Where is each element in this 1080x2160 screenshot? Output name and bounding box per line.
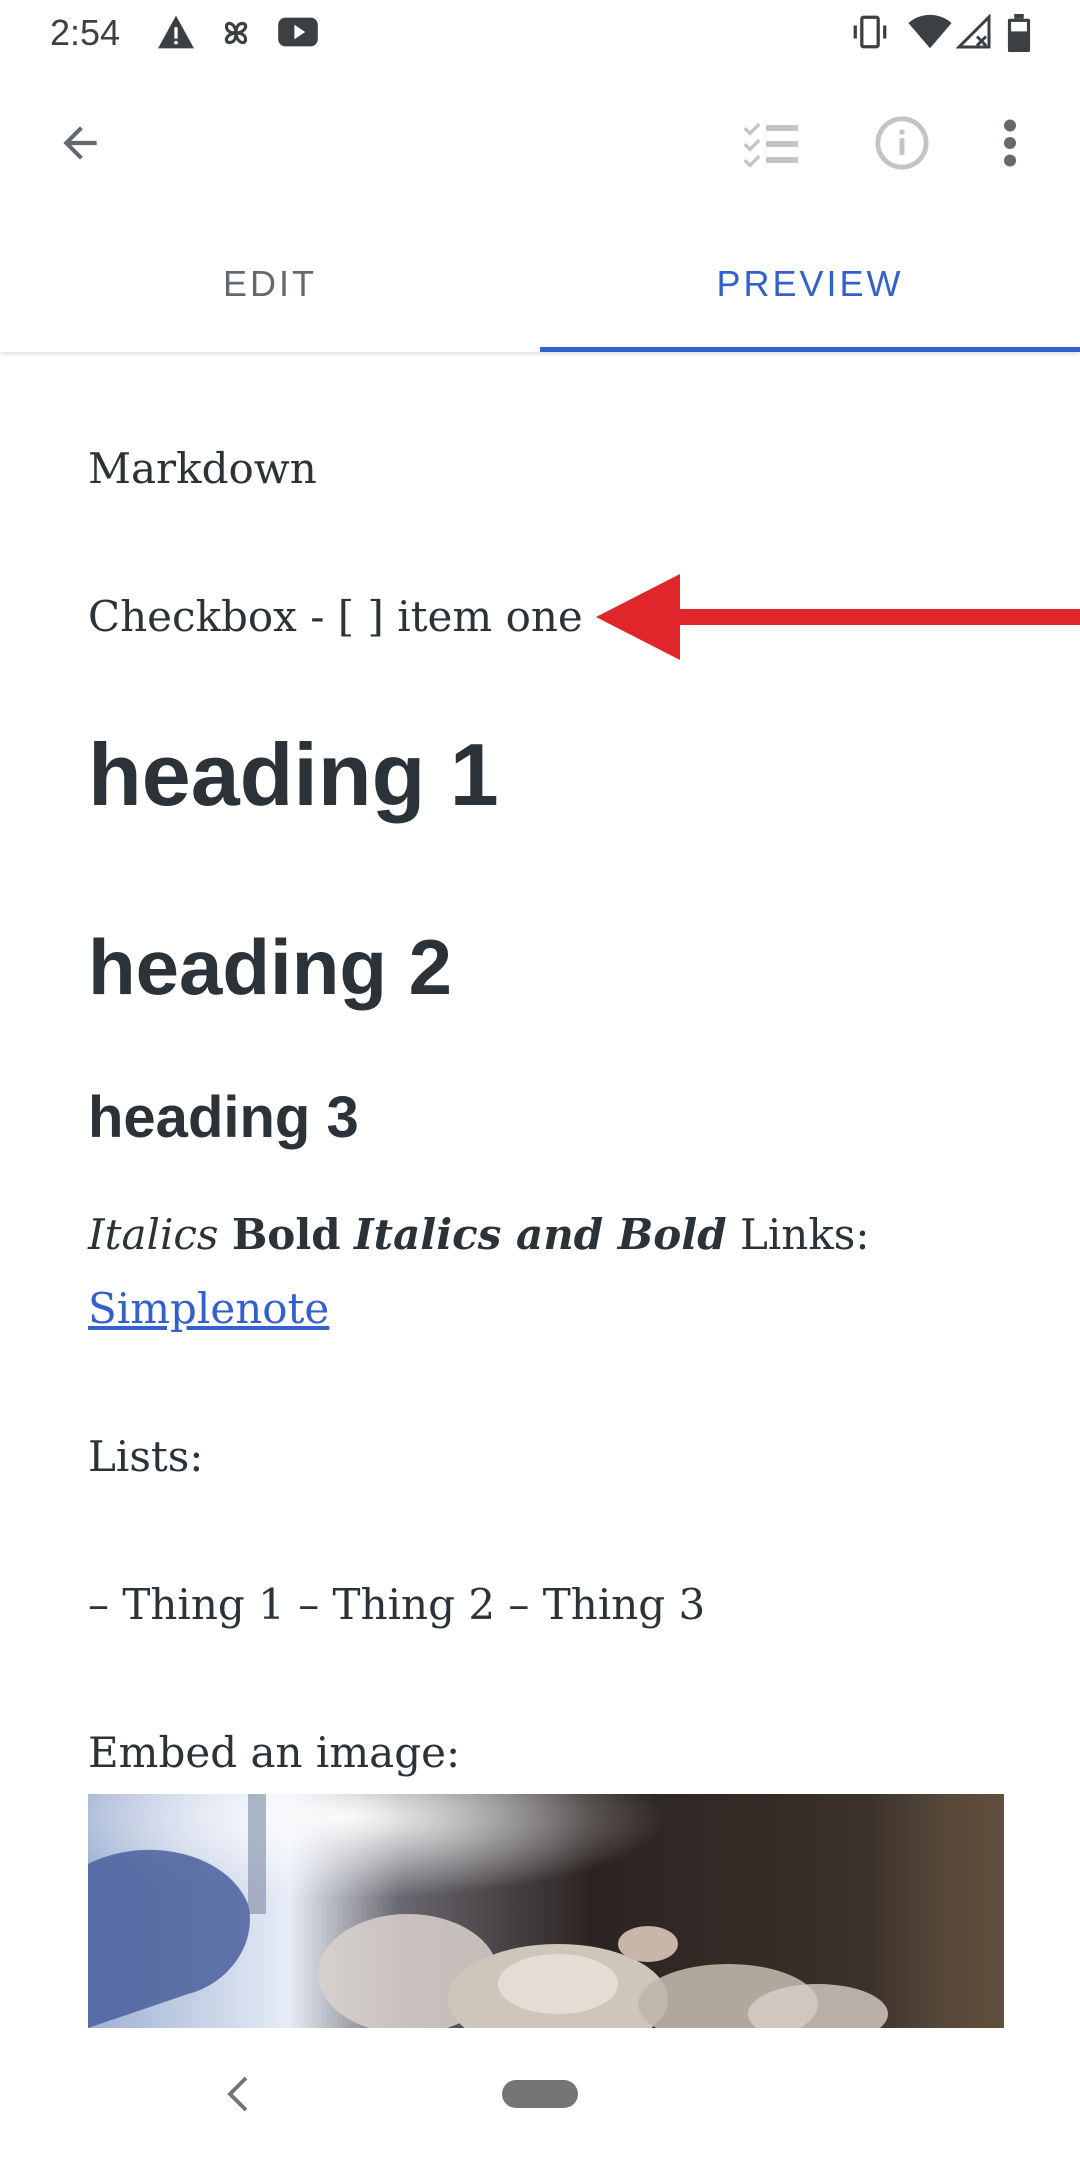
youtube-icon (278, 17, 318, 47)
markdown-title-line: Markdown (88, 444, 317, 493)
info-icon (875, 116, 929, 170)
italics-text: Italics (88, 1210, 219, 1259)
italics-bold-text: Italics and Bold (354, 1210, 727, 1259)
tab-indicator (540, 347, 1080, 352)
battery-icon (1007, 14, 1031, 52)
checkbox-line: Checkbox - [ ] item one (88, 592, 583, 641)
pinwheel-icon (224, 21, 248, 45)
nav-back-icon[interactable] (226, 2076, 250, 2112)
app-bar (0, 70, 1080, 216)
annotation-arrow-icon (596, 574, 1080, 660)
link-line: Simplenote (88, 1272, 329, 1346)
status-time: 2:54 (50, 12, 121, 53)
links-label: Links: (739, 1210, 870, 1259)
vibrate-icon (853, 15, 887, 49)
tab-preview[interactable]: PREVIEW (540, 216, 1080, 352)
embedded-image (88, 1794, 1004, 2028)
warning-icon (158, 15, 194, 49)
arrow-back-icon (63, 126, 97, 160)
more-options-button[interactable] (980, 103, 1040, 183)
wifi-icon (908, 14, 952, 49)
simplenote-link[interactable]: Simplenote (88, 1284, 329, 1333)
tab-bar: EDIT PREVIEW (0, 216, 1080, 352)
formatting-line: Italics Bold Italics and Bold Links: (88, 1198, 870, 1272)
lists-label: Lists: (88, 1432, 204, 1481)
heading-1: heading 1 (88, 725, 499, 824)
tab-edit[interactable]: EDIT (0, 216, 540, 352)
heading-2: heading 2 (88, 923, 453, 1011)
embed-image-label: Embed an image: (88, 1728, 461, 1777)
checklist-icon (744, 123, 798, 167)
cell-signal-icon (956, 14, 991, 49)
system-nav-bar (0, 2028, 1080, 2160)
nav-home-pill[interactable] (502, 2080, 578, 2108)
status-bar: 2:54 (0, 0, 1080, 70)
heading-3: heading 3 (88, 1085, 359, 1150)
checklist-button[interactable] (732, 103, 812, 183)
back-button[interactable] (40, 103, 120, 183)
more-vert-icon (1004, 119, 1016, 167)
info-button[interactable] (862, 103, 942, 183)
list-line: – Thing 1 – Thing 2 – Thing 3 (88, 1580, 706, 1629)
bold-text: Bold (231, 1210, 341, 1259)
